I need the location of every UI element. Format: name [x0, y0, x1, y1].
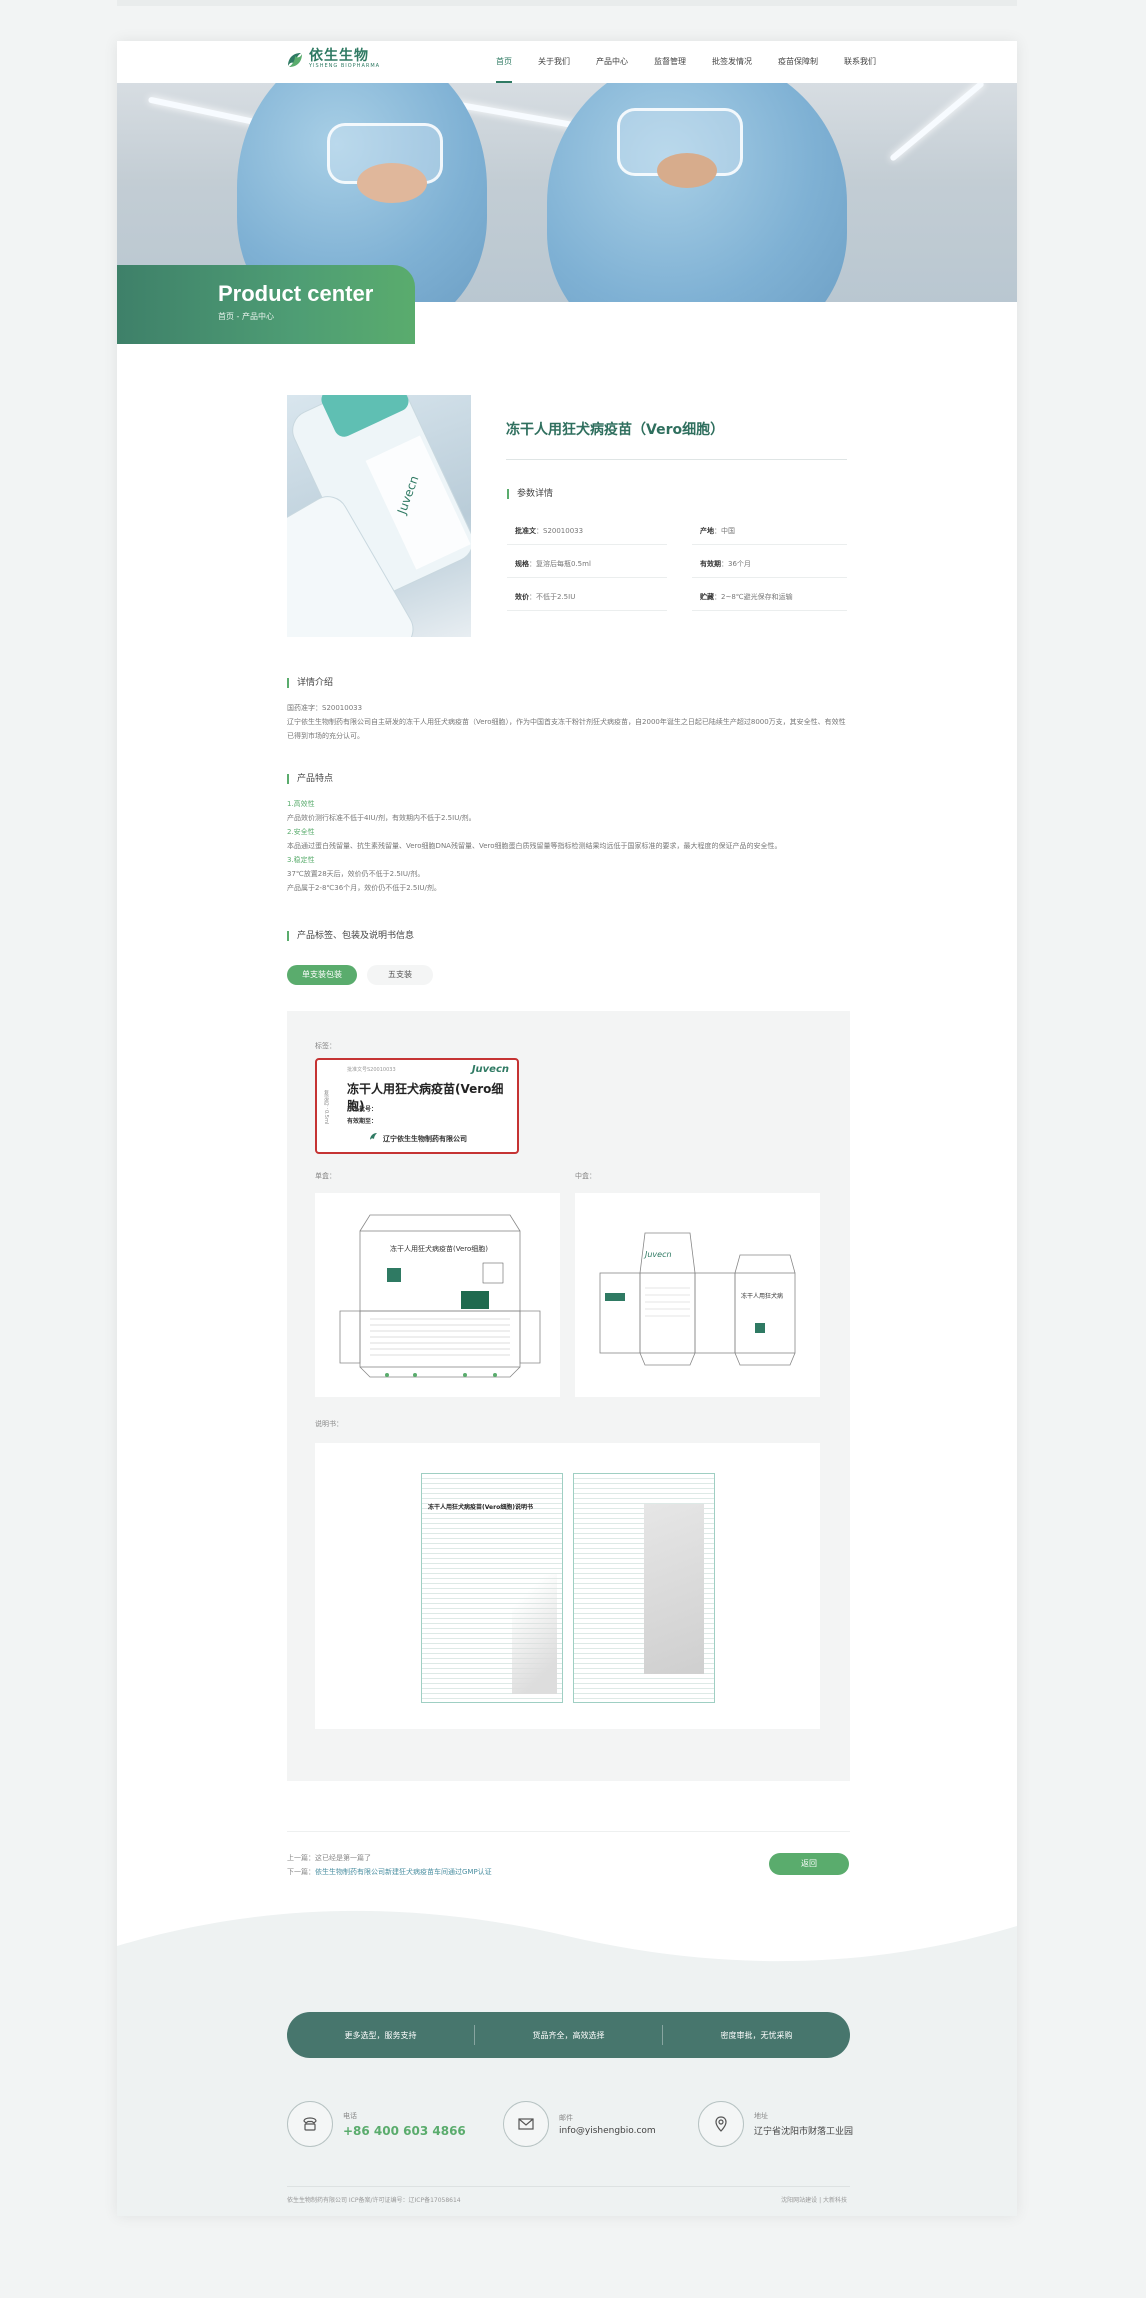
- svg-text:Juvecn: Juvecn: [643, 1250, 672, 1259]
- vial-label-image: 批准文号S20010033 Juvecn 冻干人用狂犬病疫苗(Vero细胞) 产…: [315, 1058, 519, 1154]
- contact-email[interactable]: 邮件 info@yishengbio.com: [503, 2101, 656, 2147]
- footer-wave: [117, 1910, 1017, 2216]
- nav-supervision[interactable]: 监督管理: [641, 41, 699, 83]
- packaging-gallery: 标签： 批准文号S20010033 Juvecn 冻干人用狂犬病疫苗(Vero细…: [287, 1011, 850, 1781]
- phone-icon: [287, 2101, 333, 2147]
- features-text: 1.高效性 产品效价测行标准不低于4IU/剂，有效期内不低于2.5IU/剂。 2…: [287, 800, 782, 892]
- footer-credits[interactable]: 沈阳网站建设 | 大新科技: [781, 2195, 847, 2204]
- prev-article: 上一篇：这已经是第一篇了: [287, 1854, 371, 1862]
- spec-approval: 批准文：S20010033: [515, 527, 584, 535]
- logo-mark-icon: [288, 52, 302, 67]
- single-box-dieline-image: 冻干人用狂犬病疫苗(Vero细胞): [315, 1193, 560, 1397]
- mid-box-caption: 中盒：: [575, 1172, 596, 1180]
- logo[interactable]: 依生生物 YISHENG BIOPHARMA: [285, 49, 380, 70]
- next-article-link[interactable]: 依生生物制药有限公司新建狂犬病疫苗车间通过GMP认证: [315, 1868, 492, 1876]
- features-heading: 产品特点: [287, 774, 333, 784]
- tab-single-pack[interactable]: 单支装包装: [287, 965, 357, 985]
- spec-origin: 产地：中国: [700, 527, 735, 535]
- page-frame: 依生生物 YISHENG BIOPHARMA 首页 关于我们 产品中心 监督管理…: [117, 41, 1017, 2216]
- footer-feature-bar: 更多选型，服务支持 货品齐全，高效选择 密度审批，无忧采购: [287, 2012, 850, 2058]
- nav-vaccine-guarantee[interactable]: 疫苗保障制: [765, 41, 831, 83]
- brand-name: 依生生物: [309, 48, 369, 64]
- copyright: 依生生物制药有限公司 ICP备案/许可证编号：辽ICP备17058614: [287, 2197, 461, 2204]
- nav-contact[interactable]: 联系我们: [831, 41, 889, 83]
- site-header: 依生生物 YISHENG BIOPHARMA 首页 关于我们 产品中心 监督管理…: [117, 41, 1017, 83]
- footer-divider: [287, 2186, 850, 2187]
- spec-size: 规格：复溶后每瓶0.5ml: [515, 560, 591, 568]
- brand-sub: YISHENG BIOPHARMA: [309, 63, 381, 69]
- svg-text:冻干人用狂犬病疫苗(Vero细胞): 冻干人用狂犬病疫苗(Vero细胞): [390, 1244, 488, 1253]
- instruction-manual-image: 冻干人用狂犬病疫苗(Vero细胞)说明书: [315, 1443, 820, 1729]
- single-box-caption: 单盒：: [315, 1172, 336, 1180]
- label-caption: 标签：: [315, 1042, 336, 1050]
- top-strip: [117, 0, 1017, 6]
- next-article[interactable]: 下一篇：依生生物制药有限公司新建狂犬病疫苗车间通过GMP认证: [287, 1867, 492, 1877]
- product-photo: Juvecn: [287, 395, 471, 637]
- tab-five-pack[interactable]: 五支装: [367, 965, 433, 985]
- pager-divider: [287, 1831, 850, 1832]
- nav-about[interactable]: 关于我们: [525, 41, 583, 83]
- location-icon: [698, 2101, 744, 2147]
- back-button[interactable]: 返回: [769, 1853, 849, 1875]
- detail-heading: 详情介绍: [287, 678, 333, 688]
- footer-bar-item: 密度审批，无忧采购: [720, 2030, 793, 2040]
- spec-potency: 效价：不低于2.5IU: [515, 593, 576, 601]
- banner-title-box: Product center 首页 - 产品中心: [117, 265, 415, 344]
- title-divider: [506, 459, 847, 460]
- svg-text:冻干人用狂犬病: 冻干人用狂犬病: [741, 1292, 783, 1300]
- spec-storage: 贮藏：2~8℃避光保存和运输: [700, 593, 793, 601]
- manual-caption: 说明书：: [315, 1420, 343, 1428]
- mail-icon: [503, 2101, 549, 2147]
- mid-box-dieline-image: Juvecn 冻干人用狂犬病: [575, 1193, 820, 1397]
- contact-address[interactable]: 地址 辽宁省沈阳市财落工业园: [698, 2101, 853, 2147]
- product-title: 冻干人用狂犬病疫苗（Vero细胞）: [506, 422, 725, 438]
- params-heading: 参数详情: [507, 489, 553, 499]
- banner-title: Product center: [218, 281, 374, 306]
- footer-bar-item: 货品齐全，高效选择: [532, 2030, 605, 2040]
- contact-phone[interactable]: 电话 +86 400 603 4866: [287, 2101, 466, 2147]
- spec-shelf-life: 有效期：36个月: [700, 560, 751, 568]
- nav-home[interactable]: 首页: [483, 41, 525, 83]
- nav-products[interactable]: 产品中心: [583, 41, 641, 83]
- main-nav: 首页 关于我们 产品中心 监督管理 批签发情况 疫苗保障制 联系我们: [483, 41, 889, 83]
- detail-text: 国药准字：S20010033 辽宁依生生物制药有限公司自主研发的冻干人用狂犬病疫…: [287, 704, 846, 740]
- breadcrumb[interactable]: 首页 - 产品中心: [218, 311, 274, 322]
- nav-batch-release[interactable]: 批签发情况: [699, 41, 765, 83]
- footer-bar-item: 更多选型，服务支持: [344, 2030, 417, 2040]
- packaging-heading: 产品标签、包装及说明书信息: [287, 931, 414, 941]
